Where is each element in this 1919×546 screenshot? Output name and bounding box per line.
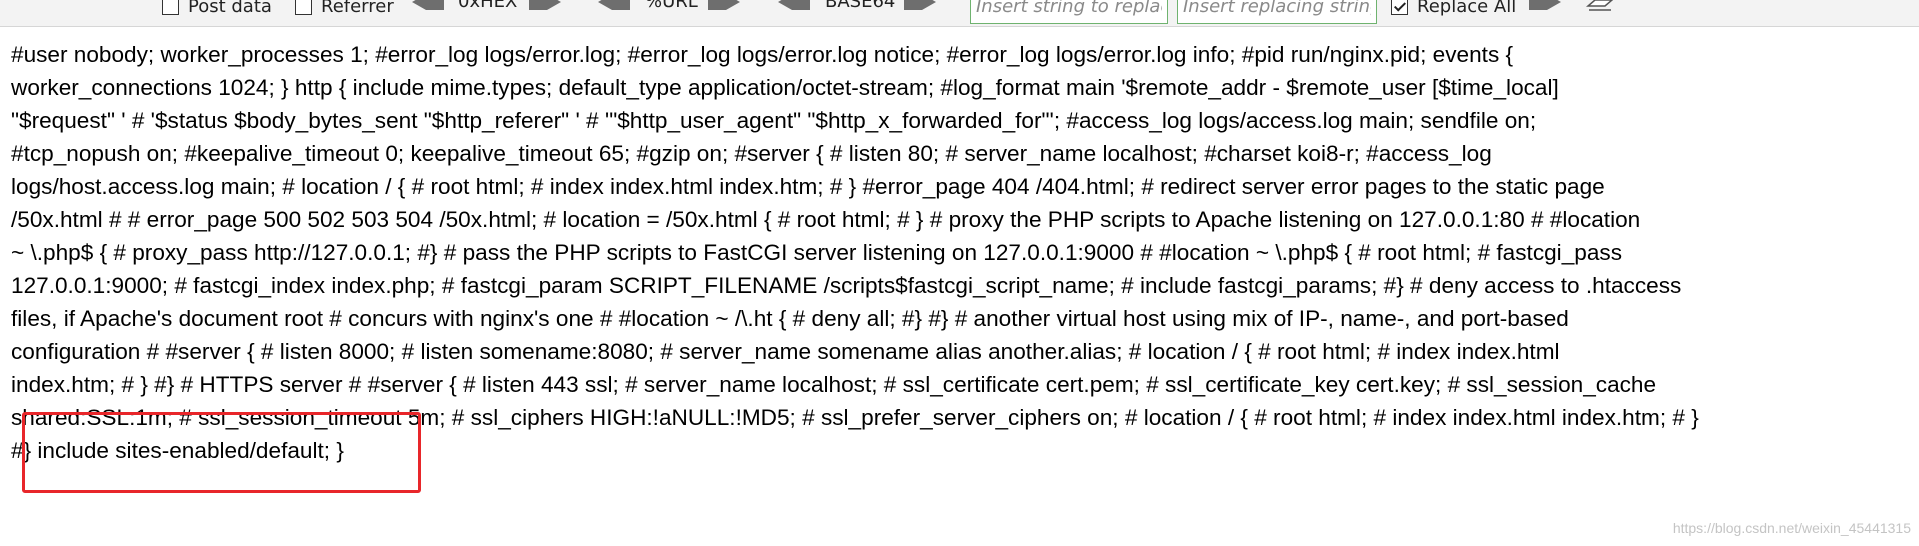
- search-string-input[interactable]: [970, 0, 1168, 24]
- toolbar: Post data Referrer 0xHEX %URL BASE64 Rep…: [0, 0, 1919, 27]
- text-line: shared:SSL:1m; # ssl_session_timeout 5m;…: [11, 405, 1699, 430]
- replace-run-arrow-icon[interactable]: [1527, 0, 1563, 12]
- hex-encoder-label: 0xHEX: [458, 0, 518, 12]
- text-line: #} include sites-enabled/default; }: [11, 438, 344, 463]
- base64-encoder-label: BASE64: [825, 0, 896, 12]
- referrer-checkbox[interactable]: [295, 0, 312, 15]
- replace-all-checkbox[interactable]: [1391, 0, 1408, 15]
- response-text[interactable]: #user nobody; worker_processes 1; #error…: [11, 38, 1913, 467]
- text-line: files, if Apache's document root # concu…: [11, 306, 1569, 331]
- text-line: index.htm; # } #} # HTTPS server # #serv…: [11, 372, 1657, 397]
- post-data-toggle[interactable]: Post data: [162, 0, 272, 21]
- clear-pen-icon[interactable]: [1585, 0, 1615, 14]
- base64-encode-arrow-icon[interactable]: [902, 0, 938, 12]
- text-line: #user nobody; worker_processes 1; #error…: [11, 42, 1514, 67]
- text-line: ~ \.php$ { # proxy_pass http://127.0.0.1…: [11, 240, 1622, 265]
- replace-all-toggle[interactable]: Replace All: [1391, 0, 1516, 21]
- post-data-label: Post data: [188, 0, 272, 17]
- replace-all-label: Replace All: [1417, 0, 1517, 17]
- hex-encode-arrow-icon[interactable]: [527, 0, 563, 12]
- text-line: /50x.html # # error_page 500 502 503 504…: [11, 207, 1641, 232]
- referrer-label: Referrer: [321, 0, 394, 17]
- referrer-toggle[interactable]: Referrer: [295, 0, 394, 21]
- text-line: configuration # #server { # listen 8000;…: [11, 339, 1560, 364]
- watermark: https://blog.csdn.net/weixin_45441315: [1672, 520, 1911, 536]
- text-line: logs/host.access.log main; # location / …: [11, 174, 1605, 199]
- url-encoder-label: %URL: [645, 0, 698, 12]
- base64-decode-arrow-icon[interactable]: [776, 0, 812, 12]
- text-line: worker_connections 1024; } http { includ…: [11, 75, 1559, 100]
- text-line: 127.0.0.1:9000; # fastcgi_index index.ph…: [11, 273, 1682, 298]
- replace-string-input[interactable]: [1177, 0, 1377, 24]
- post-data-checkbox[interactable]: [162, 0, 179, 15]
- text-line: #tcp_nopush on; #keepalive_timeout 0; ke…: [11, 141, 1492, 166]
- url-decode-arrow-icon[interactable]: [596, 0, 632, 12]
- hex-decode-arrow-icon[interactable]: [410, 0, 446, 12]
- text-line: "$request" ' # '$status $body_bytes_sent…: [11, 108, 1537, 133]
- url-encode-arrow-icon[interactable]: [706, 0, 742, 12]
